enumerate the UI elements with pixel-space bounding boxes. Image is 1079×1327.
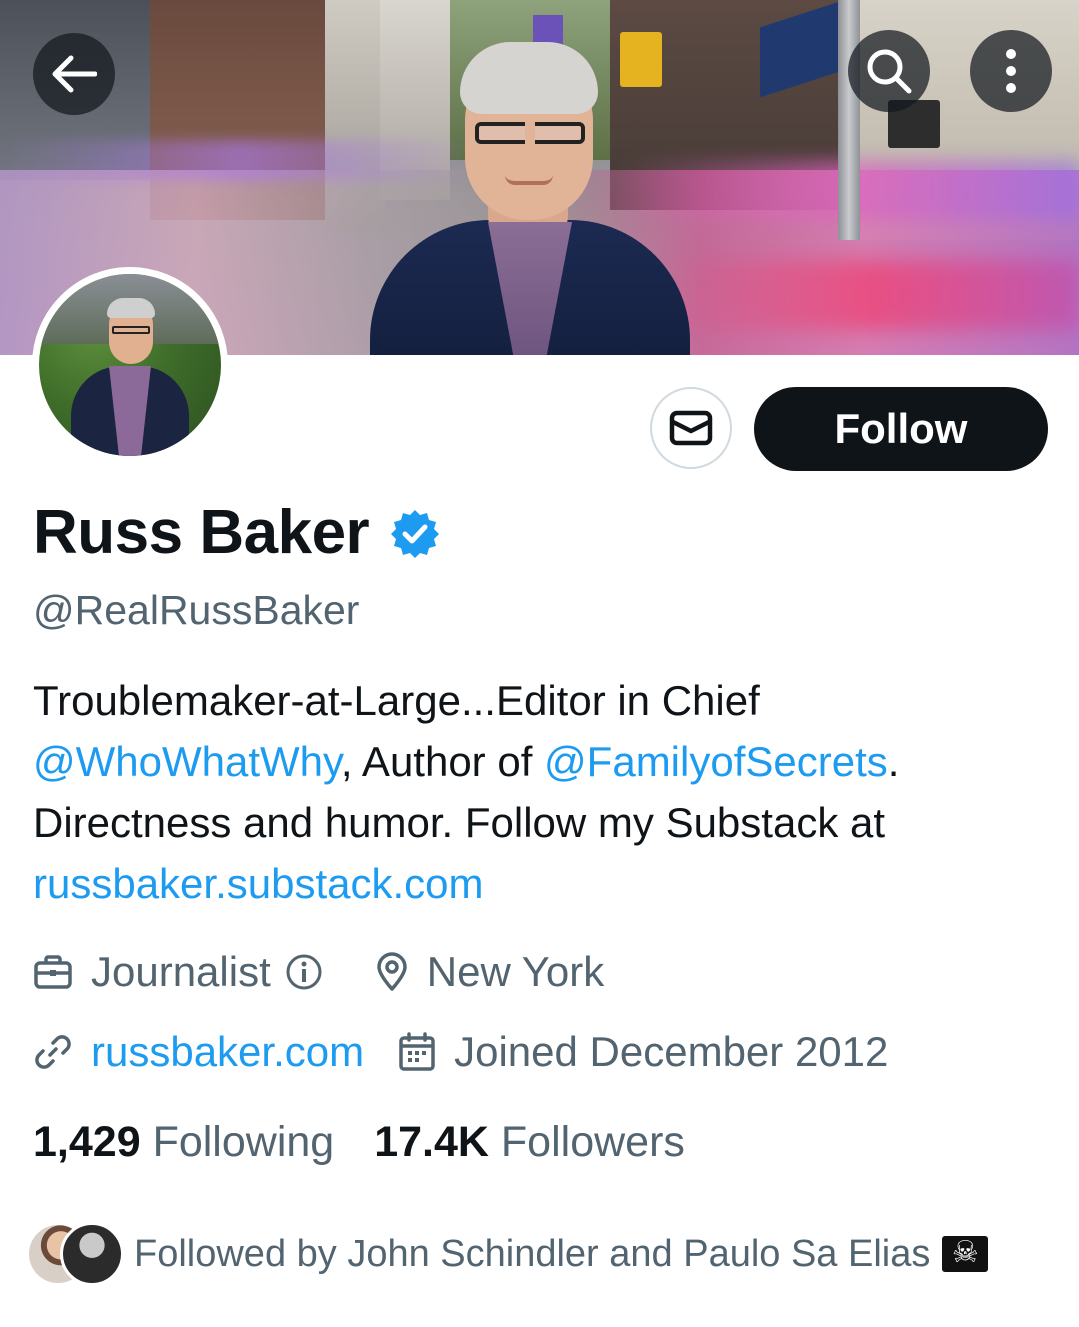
followed-by-row[interactable]: Followed by John Schindler and Paulo Sa … — [26, 1222, 989, 1286]
location-item: New York — [375, 948, 604, 996]
following-count: 1,429 — [33, 1118, 141, 1166]
following-label: Following — [152, 1118, 335, 1166]
back-button[interactable] — [33, 33, 115, 115]
location-pin-icon — [377, 952, 407, 991]
more-options-button[interactable] — [970, 30, 1052, 112]
category-item: Journalist — [33, 948, 341, 996]
profile-handle: @RealRussBaker — [33, 587, 360, 633]
following-stat[interactable]: 1,429 Following — [33, 1118, 334, 1167]
followed-by-text: Followed by John Schindler and Paulo Sa … — [134, 1232, 931, 1275]
banner-person — [370, 40, 690, 355]
followers-stat[interactable]: 17.4K Followers — [374, 1118, 685, 1167]
profile-meta-row: Journalist New York — [33, 948, 638, 996]
bio-text: , Author of — [340, 738, 545, 785]
info-icon[interactable] — [285, 953, 323, 991]
banner-pole — [838, 0, 860, 240]
location-label: New York — [426, 948, 605, 995]
calendar-icon — [399, 1032, 435, 1071]
mention-link[interactable]: @FamilyofSecrets — [544, 738, 888, 785]
bio-line: @WhoWhatWhy, Author of @FamilyofSecrets. — [33, 731, 1043, 792]
substack-link[interactable]: russbaker.substack.com — [33, 860, 484, 907]
pirate-flag-icon — [942, 1234, 989, 1272]
follow-button[interactable]: Follow — [754, 387, 1048, 471]
profile-bio: Troublemaker-at-Large...Editor in Chief … — [33, 670, 1043, 914]
follow-stats: 1,429 Following 17.4K Followers — [33, 1118, 725, 1167]
website-item: russbaker.com — [33, 1028, 364, 1076]
profile-avatar[interactable] — [32, 267, 228, 463]
joined-label: Joined December 2012 — [454, 1028, 889, 1075]
bio-line: Directness and humor. Follow my Substack… — [33, 799, 886, 846]
banner-motion-streak — [660, 260, 1079, 330]
bio-text: . — [887, 738, 900, 785]
profile-meta-row: russbaker.com Joined December 2012 — [33, 1028, 922, 1076]
briefcase-icon — [34, 955, 72, 989]
bio-line: Troublemaker-at-Large...Editor in Chief — [33, 677, 760, 724]
mention-link[interactable]: @WhoWhatWhy — [33, 738, 341, 785]
bio-line: russbaker.substack.com — [33, 853, 1043, 914]
profile-name: Russ Baker — [33, 498, 370, 567]
more-vertical-icon — [1006, 49, 1016, 93]
link-icon — [35, 1035, 71, 1069]
category-label: Journalist — [91, 948, 271, 995]
followers-label: Followers — [500, 1118, 685, 1166]
message-button[interactable] — [650, 387, 732, 469]
search-icon — [867, 49, 912, 94]
followers-count: 17.4K — [374, 1118, 489, 1166]
search-button[interactable] — [848, 30, 930, 112]
profile-name-row: Russ Baker — [33, 497, 441, 568]
followed-by-avatars — [26, 1222, 124, 1286]
verified-badge-icon[interactable] — [389, 508, 441, 560]
joined-item: Joined December 2012 — [398, 1028, 888, 1076]
back-arrow-icon — [52, 55, 97, 93]
mail-icon — [669, 410, 713, 446]
avatar — [60, 1222, 124, 1286]
website-link[interactable]: russbaker.com — [91, 1028, 364, 1076]
